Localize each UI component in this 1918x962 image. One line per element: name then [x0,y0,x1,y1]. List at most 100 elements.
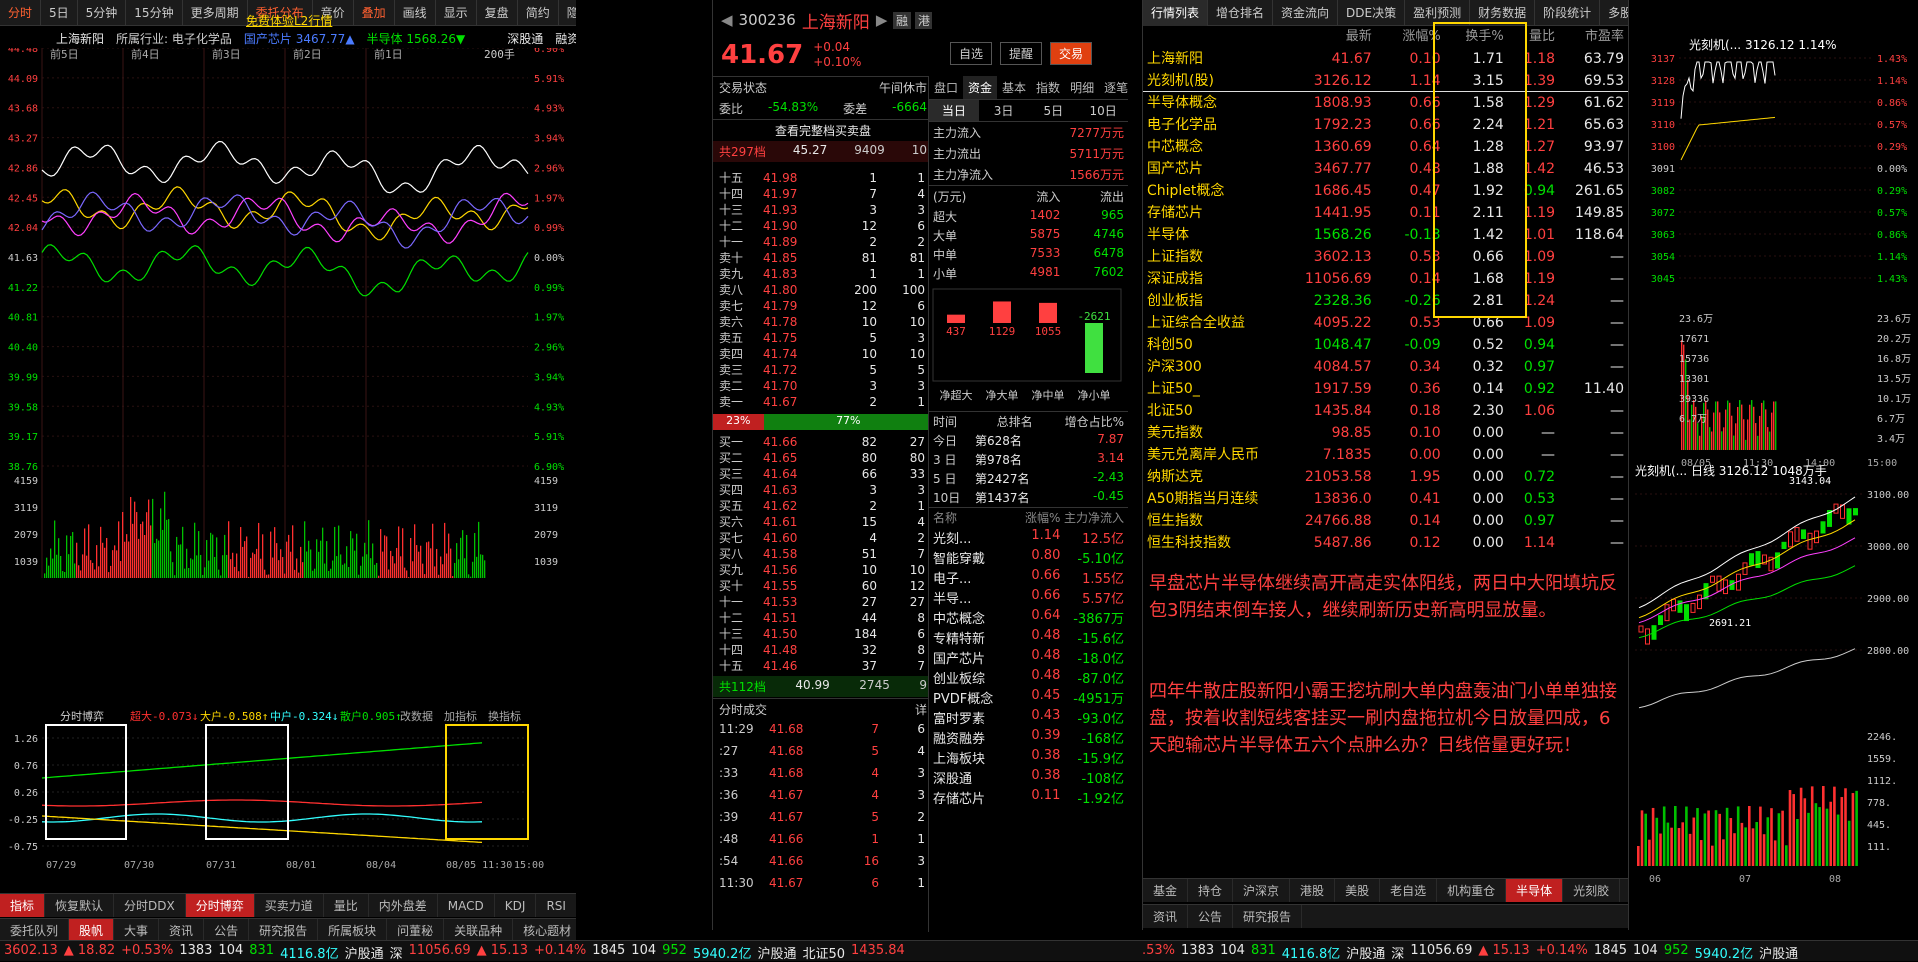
quote-tab[interactable]: 增仓排名 [1208,0,1274,26]
quote-row[interactable]: 中芯概念 1360.69 0.64 1.28 1.27 93.97 [1143,136,1628,158]
indicator-tab[interactable]: 指标 [0,894,46,917]
toolbar-item[interactable]: 更多周期 [183,0,248,26]
bottom-tab[interactable]: 研究报告 [249,919,319,942]
sector-row[interactable]: 光刻... 1.14 12.5亿 [929,527,1128,547]
quote-tab[interactable]: 多股同列 [1600,0,1628,26]
asks-row[interactable]: 卖八 41.80 200 100 [713,282,932,298]
bids-row[interactable]: 十四 41.48 32 8 [713,642,932,658]
hk-link[interactable]: 深股通 [507,30,543,47]
quote-tab[interactable]: 行情列表 [1143,0,1209,26]
quote-row[interactable]: 上海新阳 41.67 0.10 1.71 1.18 63.79 [1143,48,1628,70]
asks-row[interactable]: 卖十 41.85 81 81 [713,250,932,266]
asks-row[interactable]: 十五 41.98 1 1 [713,170,932,186]
watchlist-tab[interactable]: 半导体 [1506,879,1564,902]
period-tab[interactable]: 5日 [1029,100,1079,121]
quote-row[interactable]: 深证成指 11056.69 0.14 1.68 1.19— [1143,268,1628,290]
quote-tab[interactable]: DDE决策 [1338,0,1406,26]
asks-row[interactable]: 十一 41.89 2 2 [713,234,932,250]
asks-row[interactable]: 十二 41.90 12 6 [713,218,932,234]
quote-row[interactable]: 美元指数 98.85 0.10 0.00 — — [1143,422,1628,444]
indicator-tab[interactable]: 恢复默认 [45,894,115,917]
asks-row[interactable]: 十三 41.93 3 3 [713,202,932,218]
bottom-tab[interactable]: 所属板块 [318,919,388,942]
quote-column-header[interactable] [1147,26,1295,48]
bids-row[interactable]: 买二 41.65 80 80 [713,450,932,466]
quote-row[interactable]: 光刻机(股) 3126.12 1.14 3.15 1.39 69.53 [1143,70,1628,92]
fund-tab[interactable]: 基本 [997,76,1031,99]
action-button[interactable]: 自选 [950,42,993,65]
indicator-tab[interactable]: MACD [438,894,495,917]
watchlist-tab[interactable]: 持仓 [1188,879,1234,902]
asks-row[interactable]: 卖二 41.70 3 3 [713,378,932,394]
bids-row[interactable]: 买九 41.56 10 10 [713,562,932,578]
asks-row[interactable]: 卖六 41.78 10 10 [713,314,932,330]
asks-row[interactable]: 卖九 41.83 1 1 [713,266,932,282]
full-depth-link[interactable]: 查看完整档买卖盘 [713,119,932,141]
period-tab[interactable]: 10日 [1078,100,1128,121]
quote-row[interactable]: A50期指当月连续 13836.0 0.41 0.00 0.53 — [1143,488,1628,510]
bottom-tab[interactable]: 大事 [114,919,160,942]
bids-row[interactable]: 买三 41.64 66 33 [713,466,932,482]
news-tab[interactable]: 研究报告 [1233,905,1303,928]
fund-tab[interactable]: 资金 [963,76,998,99]
watchlist-tab[interactable]: 港股 [1290,879,1336,902]
bids-row[interactable]: 买四 41.63 3 3 [713,482,932,498]
quote-row[interactable]: 纳斯达克 21053.58 1.95 0.00 0.72 — [1143,466,1628,488]
quote-row[interactable]: 美元兑离岸人民币 7.1835 0.00 0.00 — — [1143,444,1628,466]
bids-row[interactable]: 十二 41.51 44 8 [713,610,932,626]
toolbar-item[interactable]: 5分钟 [78,0,127,26]
watchlist-tab[interactable]: 老自选 [1380,879,1438,902]
toolbar-item[interactable]: 显示 [436,0,477,26]
quote-row[interactable]: 半导体概念 1808.93 0.66 1.58 1.29 61.62 [1143,92,1628,114]
bids-row[interactable]: 买一 41.66 82 27 [713,434,932,450]
watchlist-tab[interactable]: 更多 [1620,879,1628,902]
sector-row[interactable]: 电子... 0.66 1.55亿 [929,567,1128,587]
sector-row[interactable]: 中芯概念 0.64 -3867万 [929,607,1128,627]
sector-row[interactable]: 融资融券 0.39 -168亿 [929,727,1128,747]
toolbar-item[interactable]: 分时 [0,0,42,26]
asks-row[interactable]: 卖七 41.79 12 6 [713,298,932,314]
bids-row[interactable]: 买六 41.61 15 4 [713,514,932,530]
sector-row[interactable]: PVDF概念 0.45 -4951万 [929,687,1128,707]
asks-row[interactable]: 卖四 41.74 10 10 [713,346,932,362]
watchlist-tab[interactable]: 沪深京 [1233,879,1291,902]
industry-label[interactable]: 所属行业: 电子化学品 [116,30,232,47]
sector-row[interactable]: 专精特新 0.48 -15.6亿 [929,627,1128,647]
bottom-tab[interactable]: 问董秘 [387,919,445,942]
quote-row[interactable]: 半导体 1568.26 -0.13 1.42 1.01 118.64 [1143,224,1628,246]
bids-row[interactable]: 十三 41.50 184 6 [713,626,932,642]
quote-row[interactable]: 存储芯片 1441.95 0.11 2.11 1.19 149.85 [1143,202,1628,224]
fund-tab[interactable]: 逐笔 [1099,76,1128,99]
indicator-tab[interactable]: 分时DDX [114,894,186,917]
period-tab[interactable]: 当日 [929,100,979,121]
next-arrow-icon[interactable]: ▶ [876,11,888,29]
concept-chip[interactable]: 国产芯片 3467.77▲ [244,30,355,47]
fund-tab[interactable]: 指数 [1031,76,1065,99]
concept-semi[interactable]: 半导体 1568.26▼ [367,30,466,47]
bottom-tab[interactable]: 公告 [204,919,250,942]
toolbar-item[interactable]: 5日 [41,0,78,26]
sector-row[interactable]: 上海板块 0.38 -15.9亿 [929,747,1128,767]
trades-detail-link[interactable]: 详 [915,701,927,718]
sector-row[interactable]: 富时罗素 0.43 -93.0亿 [929,707,1128,727]
bids-row[interactable]: 买十 41.55 60 12 [713,578,932,594]
quote-column-header[interactable]: 最新 [1295,26,1372,48]
indicator-tab[interactable]: 买卖力道 [255,894,324,917]
quote-row[interactable]: 科创50 1048.47 -0.09 0.52 0.94 — [1143,334,1628,356]
news-tab[interactable]: 公告 [1188,905,1234,928]
bottom-tab[interactable]: 资讯 [159,919,205,942]
action-button[interactable]: 提醒 [1000,42,1043,65]
watchlist-tab[interactable]: 光刻胶 [1563,879,1621,902]
indicator-tab[interactable]: 内外盘差 [369,894,438,917]
sector-row[interactable]: 深股通 0.38 -108亿 [929,767,1128,787]
bottom-tab[interactable]: 核心题材 [513,919,576,942]
quote-row[interactable]: 恒生科技指数 5487.86 0.12 0.00 1.14 — [1143,532,1628,554]
quote-row[interactable]: 创业板指 2328.36 -0.26 2.81 1.24— [1143,290,1628,312]
watchlist-tab[interactable]: 机构重仓 [1437,879,1507,902]
bottom-tab[interactable]: 关联品种 [444,919,514,942]
indicator-tab[interactable]: 分时博弈 [185,894,255,917]
period-tab[interactable]: 3日 [979,100,1029,121]
quote-row[interactable]: 恒生指数 24766.88 0.14 0.00 0.97 — [1143,510,1628,532]
news-tab[interactable]: 资讯 [1143,905,1189,928]
promo-link[interactable]: 免费体验L2行情 [246,12,332,29]
